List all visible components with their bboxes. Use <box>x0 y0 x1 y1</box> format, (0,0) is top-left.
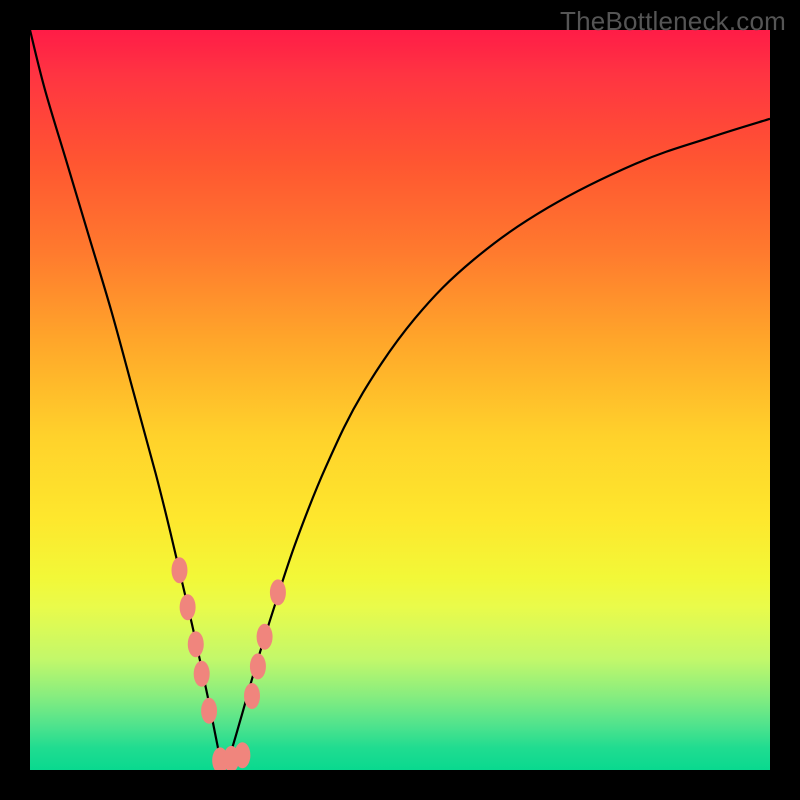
bead-marker <box>201 698 217 724</box>
bead-marker <box>270 579 286 605</box>
bead-marker <box>194 661 210 687</box>
bead-marker <box>188 631 204 657</box>
watermark-text: TheBottleneck.com <box>560 6 786 37</box>
bead-marker <box>257 624 273 650</box>
chart-frame: TheBottleneck.com <box>0 0 800 800</box>
bead-markers <box>171 557 285 770</box>
bead-marker <box>244 683 260 709</box>
bead-marker <box>250 653 266 679</box>
plot-area <box>30 30 770 770</box>
bead-marker <box>171 557 187 583</box>
curve-left-branch <box>30 30 222 770</box>
chart-svg <box>30 30 770 770</box>
bead-marker <box>180 594 196 620</box>
bead-marker <box>234 742 250 768</box>
curve-right-branch <box>222 119 770 770</box>
